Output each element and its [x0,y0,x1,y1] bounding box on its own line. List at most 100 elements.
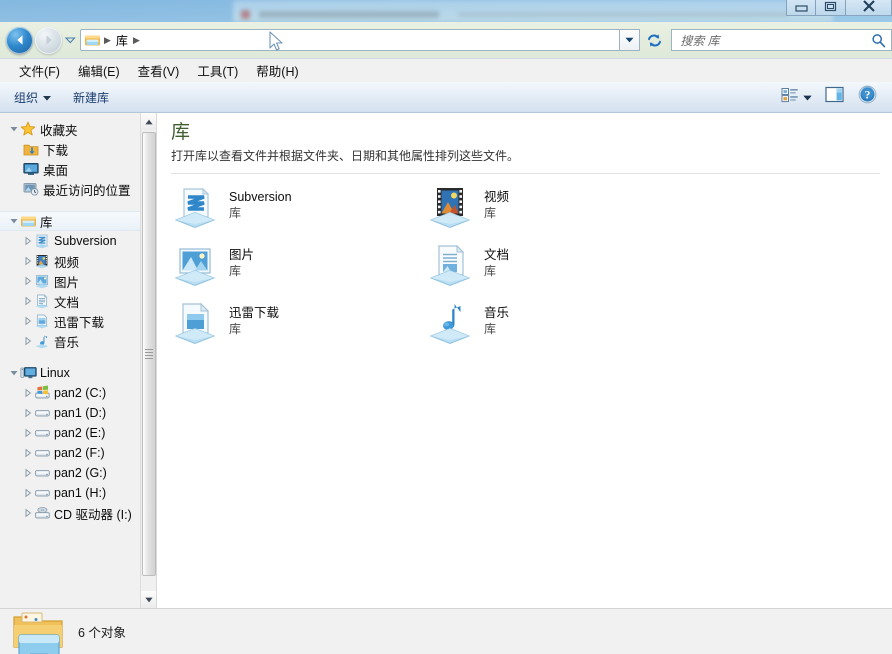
history-dropdown-button[interactable] [62,27,78,54]
list-item[interactable]: 视频 库 [426,186,681,230]
organize-label: 组织 [14,90,39,105]
scrollbar-thumb[interactable] [142,132,156,576]
expander-expand-icon[interactable] [22,296,33,306]
breadcrumb-item-0[interactable]: 库 [114,32,130,49]
menu-item-file[interactable]: 文件(F) [10,58,69,83]
expander-expand-icon[interactable] [22,276,33,286]
list-item[interactable]: 文档 库 [426,244,681,288]
tree-label-drive-g: pan2 (G:) [54,466,107,480]
expander-expand-icon[interactable] [22,488,33,498]
tree-item-drive-c[interactable]: pan2 (C:) [0,383,156,403]
list-item-text: 迅雷下载 库 [229,302,279,337]
list-item-name: 视频 [484,190,510,204]
address-bar[interactable]: ▶ 库 ▶ [80,29,620,51]
tree-item-desktop[interactable]: 桌面 [0,159,156,179]
explorer-window: ▶ 库 ▶ 搜索 库 文件(F) 编辑(E) 查看(V) 工具(T) 帮助(H)… [0,0,892,654]
list-item-name: 音乐 [484,306,510,320]
expander-expand-icon[interactable] [22,428,33,438]
search-icon[interactable] [871,33,886,53]
list-item-text: 音乐 库 [484,302,509,337]
view-list-icon [781,87,799,108]
file-list-pane[interactable]: 库 打开库以查看文件并根据文件夹、日期和其他属性排列这些文件。 Subversi… [156,113,892,608]
drive-icon [33,467,51,479]
tree-label-thunder-download: 迅雷下载 [54,315,105,330]
expander-collapse-icon-computer[interactable] [8,369,19,377]
tree-group-libraries[interactable]: 库 [0,211,156,231]
expander-expand-icon[interactable] [22,236,33,246]
list-item-name: 文档 [484,248,510,262]
maximize-button[interactable] [816,0,846,16]
downloads-icon [22,142,40,157]
breadcrumb-separator-1[interactable]: ▶ [130,35,143,46]
tree-item-videos[interactable]: 视频 [0,251,156,271]
list-item-kind: 库 [229,264,242,278]
tree-item-documents[interactable]: 文档 [0,291,156,311]
tree-item-downloads[interactable]: 下载 [0,139,156,159]
tree-label-music: 音乐 [54,335,80,350]
minimize-button[interactable] [786,0,816,16]
expander-expand-icon[interactable] [22,408,33,418]
organize-button[interactable]: 组织 [6,86,59,109]
new-library-button[interactable]: 新建库 [65,86,117,109]
refresh-button[interactable] [643,29,665,51]
tree-label-drive-c: pan2 (C:) [54,386,107,400]
expander-expand-icon[interactable] [22,336,33,346]
navigation-pane-scrollbar[interactable] [140,113,156,608]
scrollbar-grip-icon [145,347,153,361]
menu-item-tools[interactable]: 工具(T) [188,58,247,83]
scroll-up-button[interactable] [141,113,156,130]
list-item-text: 视频 库 [484,186,509,221]
tree-item-recent-places[interactable]: 最近访问的位置 [0,179,156,199]
tree-item-cd-drive-i[interactable]: CD 驱动器 (I:) [0,503,156,523]
expander-expand-icon[interactable] [22,508,33,518]
list-item-kind: 库 [229,206,242,220]
menu-item-help[interactable]: 帮助(H) [247,58,307,83]
tree-item-music[interactable]: 音乐 [0,331,156,351]
close-button[interactable] [846,0,892,16]
list-item[interactable]: 迅雷下载 库 [171,302,426,346]
preview-pane-button[interactable] [820,84,850,110]
list-item[interactable]: 图片 库 [171,244,426,288]
tree-group-favorites[interactable]: 收藏夹 [0,119,156,139]
tree-item-drive-f[interactable]: pan2 (F:) [0,443,156,463]
tree-item-drive-e[interactable]: pan2 (E:) [0,423,156,443]
expander-expand-icon[interactable] [22,256,33,266]
address-dropdown-button[interactable] [620,29,641,51]
tree-item-drive-h[interactable]: pan1 (H:) [0,483,156,503]
video-library-icon [426,186,474,230]
expander-expand-icon[interactable] [22,468,33,478]
tree-item-drive-d[interactable]: pan1 (D:) [0,403,156,423]
svg-text:?: ? [865,90,871,102]
tree-group-computer[interactable]: Linux [0,363,156,383]
expander-expand-icon[interactable] [22,448,33,458]
help-button[interactable]: ? [853,83,882,111]
mouse-cursor [269,31,285,57]
pictures-library-icon [171,244,219,288]
tree-item-thunder-download[interactable]: 迅雷下载 [0,311,156,331]
search-input[interactable]: 搜索 库 [680,32,719,49]
expander-collapse-icon-libraries[interactable] [8,217,19,225]
back-button[interactable] [6,26,33,54]
tree-item-subversion[interactable]: Subversion [0,231,156,251]
list-item-name: 迅雷下载 [229,306,280,320]
tree-item-pictures[interactable]: 图片 [0,271,156,291]
expander-collapse-icon[interactable] [8,125,19,133]
drive-icon [33,487,51,499]
page-description: 打开库以查看文件并根据文件夹、日期和其他属性排列这些文件。 [171,149,520,163]
expander-expand-icon[interactable] [22,388,33,398]
music-library-icon [426,302,474,346]
star-icon [19,121,37,137]
toolbar-right-group: ? [776,83,892,111]
thunder-download-library-icon [171,302,219,346]
menu-item-view[interactable]: 查看(V) [129,58,189,83]
search-box[interactable]: 搜索 库 [671,29,892,51]
scroll-down-button[interactable] [141,591,156,608]
change-view-button[interactable] [776,85,817,110]
expander-expand-icon[interactable] [22,316,33,326]
system-drive-icon [33,385,51,400]
list-item[interactable]: Subversion 库 [171,186,426,230]
tree-item-drive-g[interactable]: pan2 (G:) [0,463,156,483]
menu-item-edit[interactable]: 编辑(E) [69,58,129,83]
list-item[interactable]: 音乐 库 [426,302,681,346]
tree-label-drive-h: pan1 (H:) [54,486,107,500]
